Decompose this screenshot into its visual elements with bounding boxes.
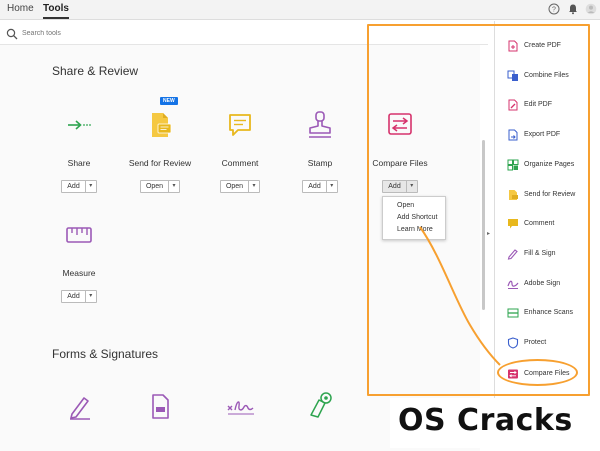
tool-label: Measure [62,268,96,278]
stamp-icon[interactable] [305,110,335,140]
watermark: OS Cracks [390,398,600,448]
open-button[interactable]: Open [141,181,168,192]
open-button[interactable]: Open [221,181,248,192]
fill-sign-icon [507,247,519,260]
protect-icon [507,336,519,349]
user-icon[interactable] [585,3,597,15]
tool-measure: Measure Add ▾ [34,220,124,303]
comment-icon [507,217,519,229]
certificate-icon[interactable] [306,390,334,420]
export-pdf-icon [507,128,519,141]
send-review-icon [507,188,519,200]
panel-item-fill-sign[interactable]: Fill & Sign [507,245,556,261]
share-icon[interactable] [64,110,94,140]
measure-icon[interactable] [64,220,94,250]
panel-item-label: Create PDF [524,41,561,49]
panel-item-label: Export PDF [524,130,561,138]
panel-item-label: Combine Files [524,71,569,79]
organize-pages-icon [507,158,519,171]
tool-action-split-button: Add ▾ [382,180,418,193]
svg-text:?: ? [552,7,556,14]
compare-icon[interactable] [385,110,415,140]
comment-icon[interactable] [225,110,255,140]
tool-label: Comment [221,158,259,168]
dropdown-item-add-shortcut[interactable]: Add Shortcut [383,212,445,224]
tool-send-for-review: Send for Review Open ▾ [115,110,205,193]
add-button[interactable]: Add [383,181,405,192]
panel-item-label: Protect [524,338,547,346]
tool-action-split-button: Add ▾ [302,180,338,193]
panel-item-organize-pages[interactable]: Organize Pages [507,156,574,172]
add-button[interactable]: Add [62,291,84,302]
tool-action-split-button: Add ▾ [61,180,97,193]
tab-home[interactable]: Home [7,3,34,14]
panel-item-adobe-sign[interactable]: Adobe Sign [507,275,560,291]
panel-item-label: Enhance Scans [524,308,574,316]
tool-share: Share Add ▾ [34,110,124,193]
scrollbar[interactable] [482,140,485,310]
panel-item-label: Comment [524,219,555,227]
compare-files-dropdown-menu: Open Add Shortcut Learn More [382,196,446,240]
panel-item-label: Edit PDF [524,100,553,108]
form-icon[interactable] [146,392,174,420]
panel-item-export-pdf[interactable]: Export PDF [507,126,560,142]
panel-item-label: Adobe Sign [524,279,561,287]
add-button[interactable]: Add [62,181,84,192]
dropdown-item-open[interactable]: Open [383,200,445,212]
panel-item-comment[interactable]: Comment [507,215,554,231]
chevron-down-icon[interactable]: ▾ [84,291,96,302]
panel-item-label: Organize Pages [524,160,575,168]
panel-item-compare-files[interactable]: Compare Files [507,365,570,381]
add-button[interactable]: Add [303,181,325,192]
panel-item-protect[interactable]: Protect [507,334,546,350]
new-badge: NEW [160,97,178,105]
fill-sign-icon[interactable] [66,392,94,420]
search-icon [6,27,18,40]
tool-action-split-button: Open ▾ [139,180,181,193]
compare-icon [507,367,519,379]
enhance-scans-icon [507,306,519,318]
send-review-icon[interactable] [145,110,175,140]
chevron-down-icon[interactable]: ▾ [248,181,259,192]
dropdown-item-learn-more[interactable]: Learn More [383,224,445,236]
right-tools-panel: Create PDF Combine Files Edit PDF Export… [494,21,600,411]
adobe-sign-icon [507,277,519,289]
panel-item-send-for-review[interactable]: Send for Review [507,186,575,202]
combine-files-icon [507,69,519,81]
tool-comment: Comment Open ▾ [195,110,285,193]
tab-tools[interactable]: Tools [43,3,69,19]
chevron-down-icon[interactable]: ▾ [325,181,337,192]
panel-item-label: Compare Files [524,369,570,377]
help-icon[interactable]: ? [548,3,560,15]
bell-icon[interactable] [567,3,579,15]
section-title-forms-signatures: Forms & Signatures [52,347,159,361]
panel-item-label: Fill & Sign [524,249,556,257]
panel-item-create-pdf[interactable]: Create PDF [507,37,561,53]
panel-item-enhance-scans[interactable]: Enhance Scans [507,304,573,320]
panel-item-combine-files[interactable]: Combine Files [507,67,569,83]
tool-stamp: Stamp Add ▾ [275,110,365,193]
edit-pdf-icon [507,98,519,111]
tool-label: Share [67,158,91,168]
signature-icon[interactable] [226,394,256,420]
panel-item-label: Send for Review [524,190,576,198]
tool-compare-files: Compare Files Add ▾ [355,110,445,193]
panel-item-edit-pdf[interactable]: Edit PDF [507,96,552,112]
chevron-right-icon[interactable]: ▸ [487,230,490,237]
top-bar: Home Tools ? [0,0,600,20]
chevron-down-icon[interactable]: ▾ [405,181,417,192]
search-bar [0,21,488,45]
search-input[interactable] [22,26,322,40]
tool-label: Stamp [307,158,333,168]
tool-action-split-button: Open ▾ [219,180,261,193]
tool-action-split-button: Add ▾ [61,290,97,303]
tool-label: Compare Files [372,158,428,168]
chevron-down-icon[interactable]: ▾ [84,181,96,192]
section-title-share-review: Share & Review [52,64,139,78]
chevron-down-icon[interactable]: ▾ [168,181,179,192]
tool-label: Send for Review [128,158,192,168]
create-pdf-icon [507,39,519,52]
